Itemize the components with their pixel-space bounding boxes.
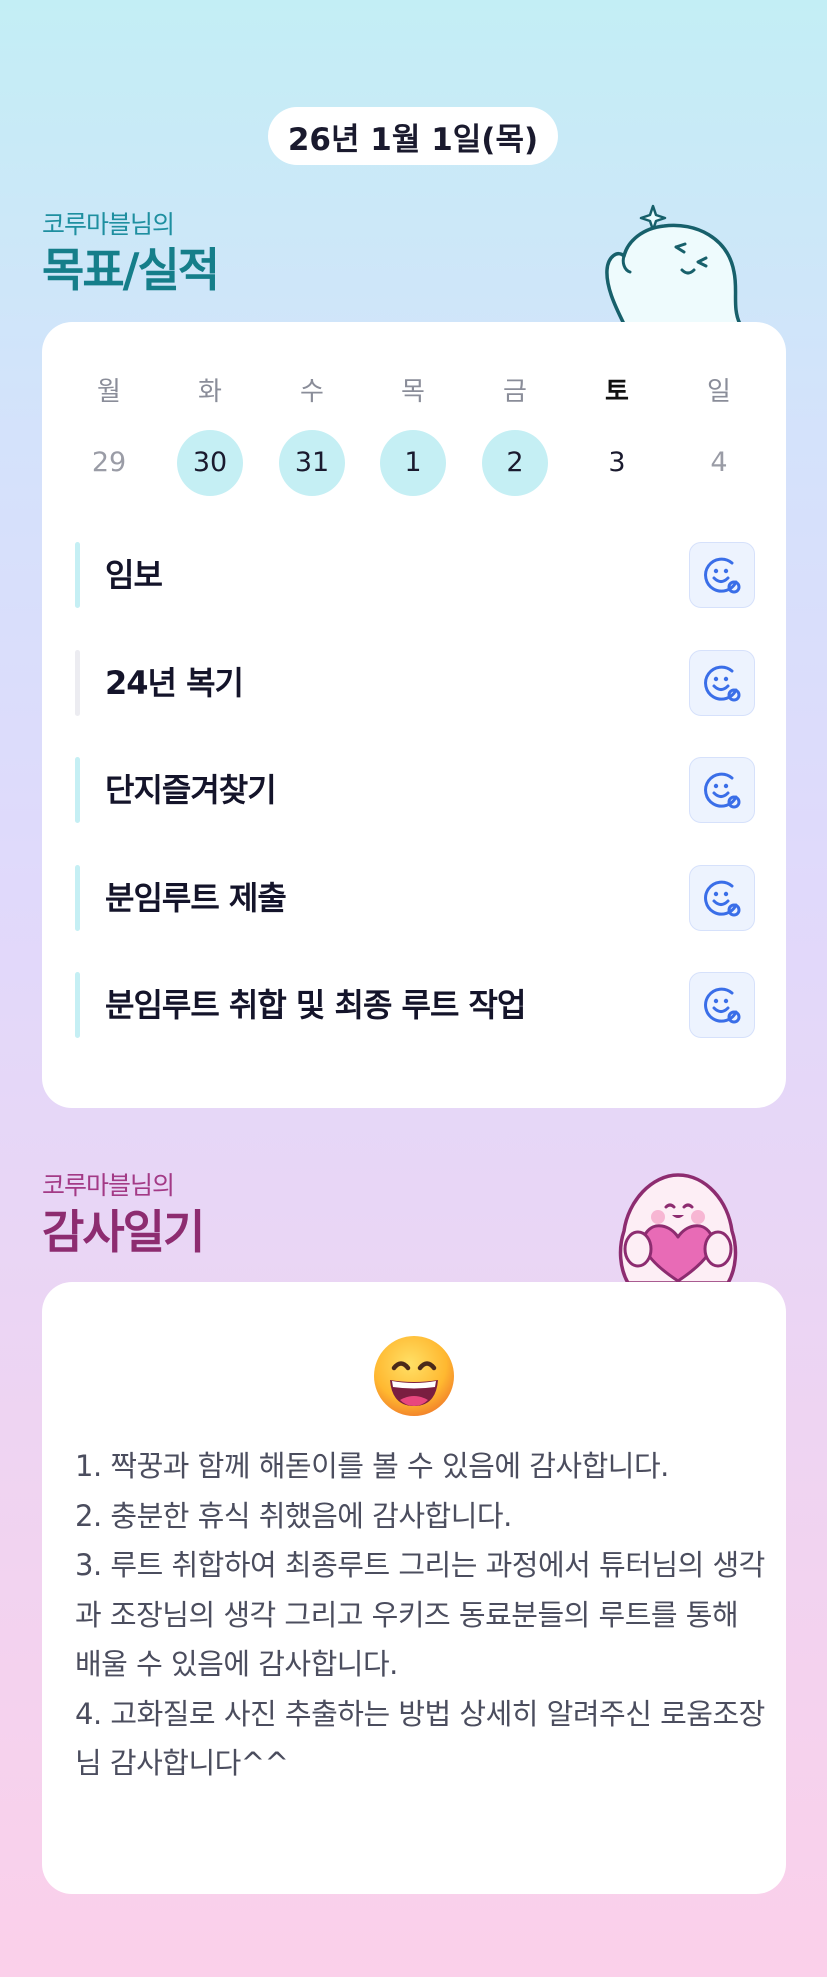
goal-item: 임보 bbox=[75, 542, 755, 608]
weekday-label-sat: 토 bbox=[605, 377, 629, 407]
goal-status-bar bbox=[75, 972, 80, 1038]
goal-status-bar bbox=[75, 865, 80, 931]
goals-section-title: 목표/실적 bbox=[42, 243, 220, 297]
gratitude-journal-text: 1. 짝꿍과 함께 해돋이를 볼 수 있음에 감사합니다. 2. 충분한 휴식 … bbox=[75, 1449, 765, 1780]
goal-feedback-button[interactable] bbox=[689, 650, 755, 716]
goal-item: 분임루트 제출 bbox=[75, 865, 755, 931]
smile-face-icon bbox=[704, 772, 741, 809]
weekday-label-wed: 수 bbox=[300, 377, 324, 407]
smile-face-icon bbox=[704, 665, 741, 702]
calendar-day-31[interactable]: 31 bbox=[279, 430, 345, 496]
goal-item: 24년 복기 bbox=[75, 650, 755, 716]
weekday-label-fri: 금 bbox=[503, 377, 527, 407]
goal-label: 임보 bbox=[105, 556, 163, 594]
goal-item: 단지즐겨찾기 bbox=[75, 757, 755, 823]
goal-feedback-button[interactable] bbox=[689, 972, 755, 1038]
goal-status-bar bbox=[75, 757, 80, 823]
thanks-section-title: 감사일기 bbox=[42, 1205, 205, 1259]
calendar-day-1[interactable]: 1 bbox=[380, 430, 446, 496]
smile-face-icon bbox=[704, 880, 741, 917]
goal-label: 분임루트 취합 및 최종 루트 작업 bbox=[105, 986, 526, 1024]
goal-label: 분임루트 제출 bbox=[105, 879, 287, 917]
grinning-face-emoji-icon bbox=[374, 1336, 454, 1416]
calendar-day-4[interactable]: 4 bbox=[686, 430, 752, 496]
goal-status-bar bbox=[75, 542, 80, 608]
goal-label: 단지즐겨찾기 bbox=[105, 771, 277, 809]
goal-status-bar bbox=[75, 650, 80, 716]
smile-face-icon bbox=[704, 987, 741, 1024]
goal-feedback-button[interactable] bbox=[689, 757, 755, 823]
weekday-label-mon: 월 bbox=[97, 377, 121, 407]
heart-mascot-icon bbox=[618, 1173, 738, 1283]
weekday-label-sun: 일 bbox=[707, 377, 731, 407]
calendar-day-29[interactable]: 29 bbox=[76, 430, 142, 496]
weekday-label-thu: 목 bbox=[401, 377, 425, 407]
goal-label: 24년 복기 bbox=[105, 664, 244, 702]
thanks-card: 1. 짝꿍과 함께 해돋이를 볼 수 있음에 감사합니다. 2. 충분한 휴식 … bbox=[42, 1282, 786, 1894]
calendar-day-30[interactable]: 30 bbox=[177, 430, 243, 496]
smile-face-icon bbox=[704, 557, 741, 594]
goal-item: 분임루트 취합 및 최종 루트 작업 bbox=[75, 972, 755, 1038]
goal-feedback-button[interactable] bbox=[689, 542, 755, 608]
goals-card: 월 화 수 목 금 토 일 29 30 31 1 2 3 4 임보 24년 복기 bbox=[42, 322, 786, 1108]
calendar-day-2[interactable]: 2 bbox=[482, 430, 548, 496]
waving-mascot-icon bbox=[605, 204, 742, 324]
calendar-day-3[interactable]: 3 bbox=[584, 430, 650, 496]
weekday-label-tue: 화 bbox=[198, 377, 222, 407]
date-pill[interactable]: 26년 1월 1일(목) bbox=[268, 107, 558, 165]
goal-feedback-button[interactable] bbox=[689, 865, 755, 931]
